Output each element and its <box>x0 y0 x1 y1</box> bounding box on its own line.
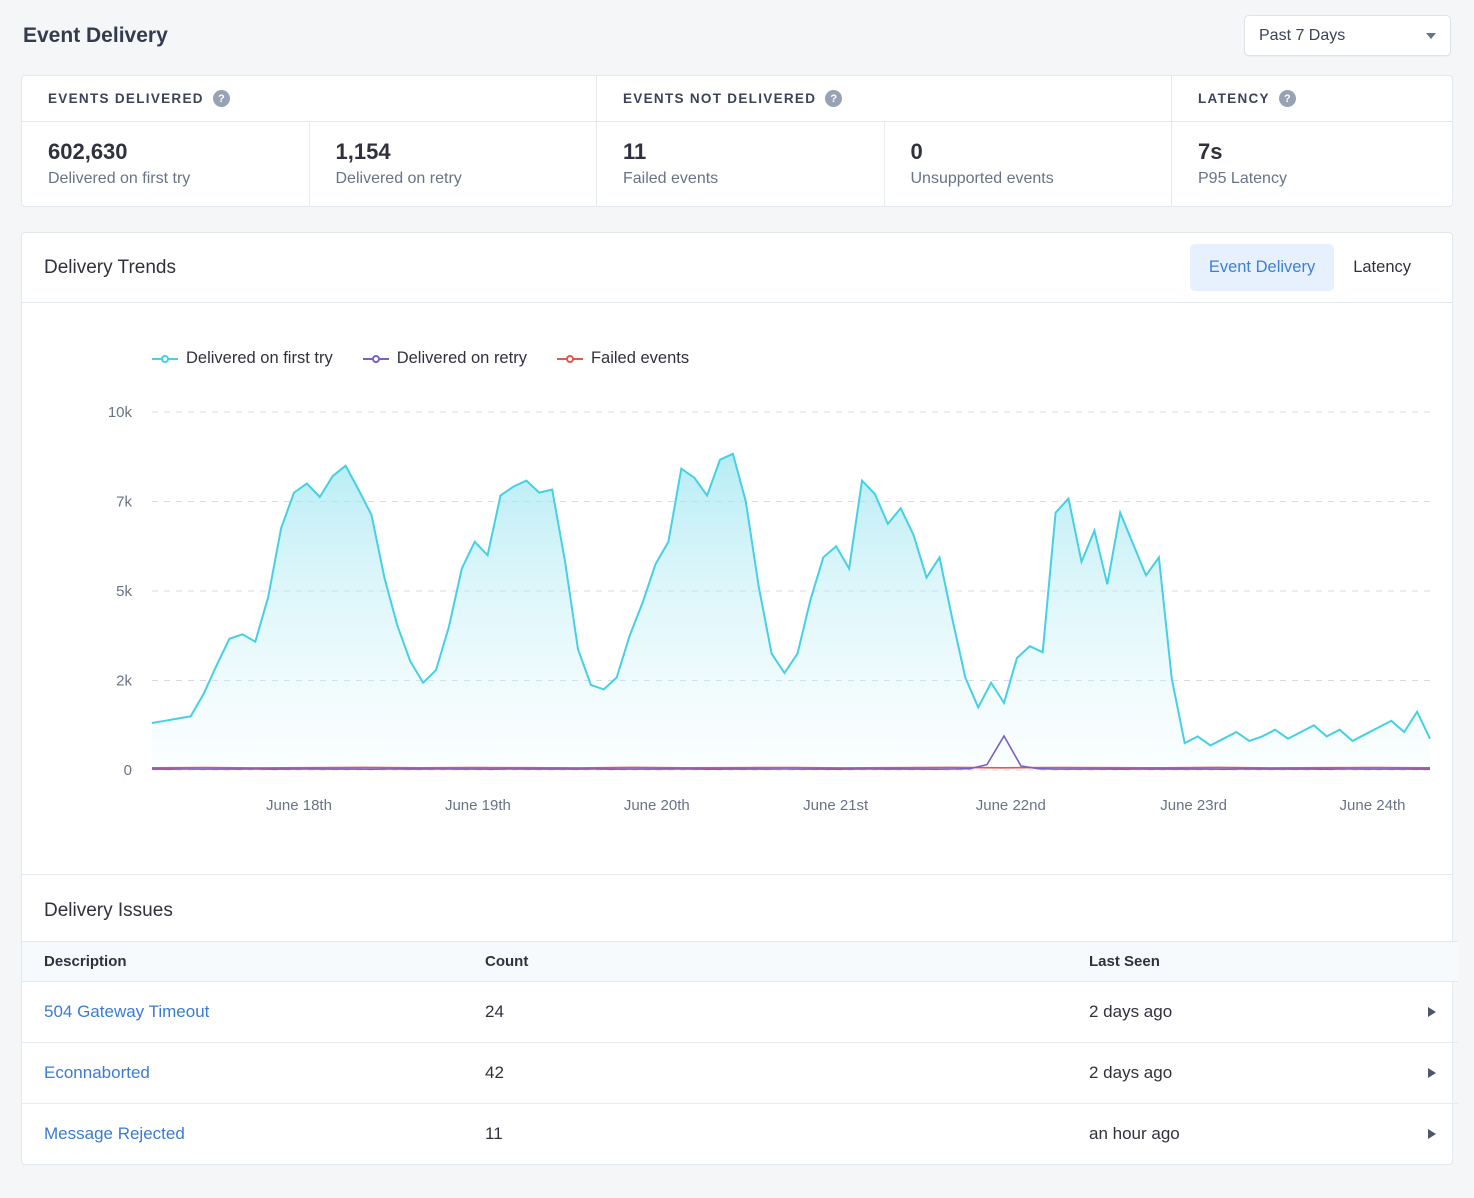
help-icon[interactable]: ? <box>825 90 842 107</box>
chevron-down-icon <box>1426 33 1436 39</box>
column-header-description: Description <box>22 942 463 982</box>
stat-value: 0 <box>911 139 1146 165</box>
chevron-right-icon[interactable] <box>1428 1007 1436 1017</box>
delivery-trends-header: Delivery Trends Event Delivery Latency <box>22 233 1452 303</box>
stats-section-header: EVENTS NOT DELIVERED ? <box>597 76 1171 122</box>
delivery-issues-table: Description Count Last Seen 504 Gateway … <box>22 941 1458 1164</box>
table-row[interactable]: 504 Gateway Timeout 24 2 days ago <box>22 982 1458 1043</box>
chart-legend: Delivered on first try Delivered on retr… <box>152 349 1452 368</box>
section-title: LATENCY <box>1198 91 1270 106</box>
column-header-count: Count <box>463 942 1067 982</box>
date-range-value: Past 7 Days <box>1259 27 1345 45</box>
svg-text:June 18th: June 18th <box>266 797 332 814</box>
section-title: EVENTS DELIVERED <box>48 91 204 106</box>
issue-count: 24 <box>463 982 1067 1043</box>
stats-section-header: LATENCY ? <box>1172 76 1452 122</box>
legend-label: Failed events <box>591 349 689 368</box>
stat-value: 7s <box>1198 139 1426 165</box>
tab-event-delivery[interactable]: Event Delivery <box>1190 244 1334 291</box>
svg-text:0: 0 <box>124 762 132 779</box>
svg-text:2k: 2k <box>116 673 132 690</box>
help-icon[interactable]: ? <box>213 90 230 107</box>
delivery-trends-chart: 0 2k 5k 7k 10k June 18th June 19th June 20th Jun… <box>22 378 1458 846</box>
stat-delivered-first-try: 602,630 Delivered on first try <box>22 122 309 206</box>
delivery-trends-title: Delivery Trends <box>44 257 176 279</box>
svg-text:10k: 10k <box>108 404 133 421</box>
stats-section-events-not-delivered: EVENTS NOT DELIVERED ? 11 Failed events … <box>596 76 1171 206</box>
svg-text:5k: 5k <box>116 583 132 600</box>
help-icon[interactable]: ? <box>1279 90 1296 107</box>
trends-tabs: Event Delivery Latency <box>1190 244 1430 291</box>
stat-value: 1,154 <box>336 139 571 165</box>
table-header-row: Description Count Last Seen <box>22 942 1458 982</box>
page-title: Event Delivery <box>23 24 168 48</box>
issue-last-seen: 2 days ago <box>1067 1043 1398 1104</box>
stat-value: 602,630 <box>48 139 283 165</box>
svg-text:7k: 7k <box>116 494 132 511</box>
stat-label: P95 Latency <box>1198 170 1426 188</box>
topbar: Event Delivery Past 7 Days <box>21 0 1453 75</box>
stats-section-header: EVENTS DELIVERED ? <box>22 76 596 122</box>
issue-link[interactable]: 504 Gateway Timeout <box>44 1002 209 1021</box>
stat-label: Failed events <box>623 170 858 188</box>
stat-failed-events: 11 Failed events <box>597 122 884 206</box>
stat-cells: 11 Failed events 0 Unsupported events <box>597 122 1171 206</box>
stat-cells: 7s P95 Latency <box>1172 122 1452 206</box>
issue-last-seen: an hour ago <box>1067 1104 1398 1165</box>
column-header-last-seen: Last Seen <box>1067 942 1398 982</box>
summary-stats-card: EVENTS DELIVERED ? 602,630 Delivered on … <box>21 75 1453 207</box>
stats-section-latency: LATENCY ? 7s P95 Latency <box>1171 76 1452 206</box>
legend-label: Delivered on retry <box>397 349 527 368</box>
legend-label: Delivered on first try <box>186 349 333 368</box>
svg-text:June 19th: June 19th <box>445 797 511 814</box>
issue-count: 42 <box>463 1043 1067 1104</box>
stats-section-events-delivered: EVENTS DELIVERED ? 602,630 Delivered on … <box>22 76 596 206</box>
legend-line-dot-icon <box>557 353 583 365</box>
stat-cells: 602,630 Delivered on first try 1,154 Del… <box>22 122 596 206</box>
stat-label: Delivered on first try <box>48 170 283 188</box>
delivery-trends-card: Delivery Trends Event Delivery Latency D… <box>21 232 1453 1165</box>
legend-line-dot-icon <box>152 353 178 365</box>
stat-unsupported-events: 0 Unsupported events <box>884 122 1172 206</box>
chevron-right-icon[interactable] <box>1428 1129 1436 1139</box>
legend-line-dot-icon <box>363 353 389 365</box>
svg-text:June 24th: June 24th <box>1340 797 1406 814</box>
date-range-dropdown[interactable]: Past 7 Days <box>1244 15 1451 56</box>
legend-item-failed[interactable]: Failed events <box>557 349 689 368</box>
table-row[interactable]: Message Rejected 11 an hour ago <box>22 1104 1458 1165</box>
stat-p95-latency: 7s P95 Latency <box>1172 122 1452 206</box>
table-row[interactable]: Econnaborted 42 2 days ago <box>22 1043 1458 1104</box>
stat-value: 11 <box>623 139 858 165</box>
stat-delivered-retry: 1,154 Delivered on retry <box>309 122 597 206</box>
svg-text:June 20th: June 20th <box>624 797 690 814</box>
delivery-issues-title: Delivery Issues <box>22 875 1452 941</box>
legend-item-first-try[interactable]: Delivered on first try <box>152 349 333 368</box>
stat-label: Unsupported events <box>911 170 1146 188</box>
svg-text:June 21st: June 21st <box>803 797 869 814</box>
stat-label: Delivered on retry <box>336 170 571 188</box>
issue-link[interactable]: Message Rejected <box>44 1124 185 1143</box>
event-delivery-page: Event Delivery Past 7 Days EVENTS DELIVE… <box>0 0 1474 1165</box>
delivery-issues-section: Delivery Issues Description Count Last S… <box>22 874 1452 1164</box>
chart-area: Delivered on first try Delivered on retr… <box>22 303 1452 874</box>
svg-text:June 23rd: June 23rd <box>1160 797 1227 814</box>
svg-text:June 22nd: June 22nd <box>976 797 1046 814</box>
column-header-actions <box>1398 942 1458 982</box>
chevron-right-icon[interactable] <box>1428 1068 1436 1078</box>
legend-item-retry[interactable]: Delivered on retry <box>363 349 527 368</box>
issue-link[interactable]: Econnaborted <box>44 1063 150 1082</box>
issue-count: 11 <box>463 1104 1067 1165</box>
tab-latency[interactable]: Latency <box>1334 244 1430 291</box>
section-title: EVENTS NOT DELIVERED <box>623 91 816 106</box>
issue-last-seen: 2 days ago <box>1067 982 1398 1043</box>
